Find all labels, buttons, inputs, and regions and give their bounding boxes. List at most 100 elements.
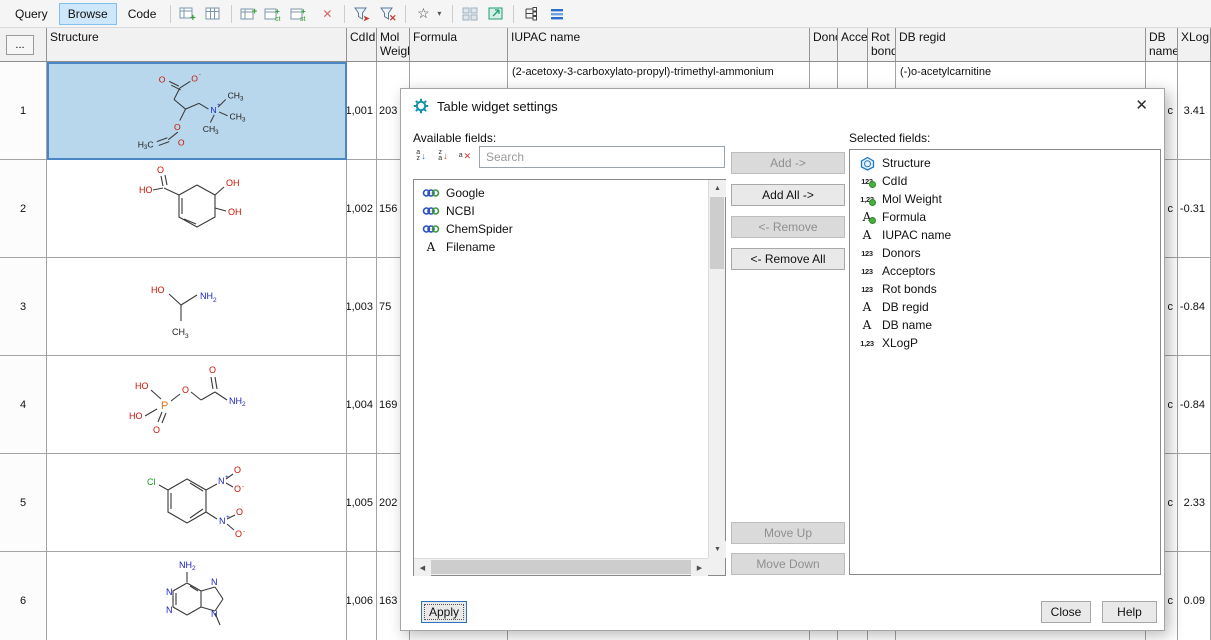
vertical-scrollbar[interactable]: ▲ ▼ [708, 180, 725, 558]
cdid-cell[interactable]: 1,004 [347, 356, 377, 454]
list-item[interactable]: NCBI [414, 202, 708, 220]
db-link-icon [421, 186, 441, 201]
xlogp-cell[interactable]: -0.84 [1178, 356, 1211, 454]
row-number[interactable]: 2 [0, 160, 47, 258]
list-item[interactable]: 1,23 XLogP [850, 334, 1160, 352]
structure-cell[interactable]: NH2 NN NN [47, 552, 347, 640]
list-item[interactable]: A Filename [414, 238, 708, 256]
favorites-star-icon[interactable]: ☆ [411, 3, 435, 25]
column-header-cdid[interactable]: CdId [347, 28, 377, 62]
xlogp-cell[interactable]: -0.84 [1178, 258, 1211, 356]
structure-cell-selected[interactable]: O-O N+ CH3 CH3 CH3 O OH3C [47, 62, 347, 160]
remove-all-button[interactable]: <- Remove All [731, 248, 845, 270]
row-number[interactable]: 6 [0, 552, 47, 640]
new-data-tree-icon[interactable]: + [176, 3, 200, 25]
integer-field-icon: 123 [857, 246, 877, 261]
add-ct-widget-icon[interactable]: +ct [263, 3, 287, 25]
search-input[interactable] [479, 146, 725, 168]
add-st-widget-icon[interactable]: +st [289, 3, 313, 25]
xlogp-cell[interactable]: 2.33 [1178, 454, 1211, 552]
query-filter-icon[interactable]: ➤ [350, 3, 374, 25]
list-item[interactable]: A Formula [850, 208, 1160, 226]
structure-cell[interactable]: HO P O HO O O NH2 [47, 356, 347, 454]
list-item[interactable]: 123 Rot bonds [850, 280, 1160, 298]
list-view-icon[interactable] [545, 3, 569, 25]
scroll-right-icon[interactable]: ▶ [691, 559, 708, 576]
column-header-rot-bonds[interactable]: Rotbonds [868, 28, 896, 62]
cdid-cell[interactable]: 1,001 [347, 62, 377, 160]
column-header-mol-weight[interactable]: MolWeight [377, 28, 410, 62]
favorites-caret-icon[interactable]: ▾ [437, 9, 447, 18]
xlogp-cell[interactable]: 0.09 [1178, 552, 1211, 640]
column-header-formula[interactable]: Formula [410, 28, 508, 62]
cdid-cell[interactable]: 1,002 [347, 160, 377, 258]
add-grid-view-icon[interactable]: + [237, 3, 261, 25]
column-header-db-name[interactable]: DBname [1146, 28, 1178, 62]
list-item[interactable]: 123 CdId [850, 172, 1160, 190]
row-number[interactable]: 4 [0, 356, 47, 454]
clear-sort-icon[interactable]: a✕ [455, 146, 475, 166]
svg-text:N: N [211, 577, 218, 587]
item-label: NCBI [446, 204, 475, 218]
row-number[interactable]: 1 [0, 62, 47, 160]
row-number[interactable]: 3 [0, 258, 47, 356]
column-header-xlogp[interactable]: XLogP [1178, 28, 1211, 62]
scroll-down-icon[interactable]: ▼ [709, 541, 726, 558]
scrollbar-thumb[interactable] [710, 197, 724, 269]
clear-filter-icon[interactable]: ✕ [376, 3, 400, 25]
cdid-cell[interactable]: 1,005 [347, 454, 377, 552]
scroll-up-icon[interactable]: ▲ [709, 180, 726, 197]
svg-text:H3C: H3C [138, 139, 154, 151]
svg-text:➤: ➤ [363, 14, 370, 22]
remove-button: <- Remove [731, 216, 845, 238]
list-item[interactable]: A IUPAC name [850, 226, 1160, 244]
tab-browse[interactable]: Browse [59, 3, 117, 25]
add-all-button[interactable]: Add All -> [731, 184, 845, 206]
list-item[interactable]: A DB regid [850, 298, 1160, 316]
tab-code[interactable]: Code [119, 3, 166, 25]
column-header-acceptors[interactable]: Acceptors [838, 28, 868, 62]
svg-text:NH2: NH2 [229, 396, 246, 408]
structure-cell[interactable]: OHO OH OH [47, 160, 347, 258]
sort-descending-icon[interactable]: za↓ [433, 146, 453, 166]
apply-button[interactable]: Apply [421, 601, 467, 623]
svg-text:O: O [178, 137, 185, 147]
close-button[interactable]: Close [1041, 601, 1091, 623]
list-item[interactable]: ChemSpider [414, 220, 708, 238]
column-header-donors[interactable]: Donors [810, 28, 838, 62]
list-item[interactable]: 1,23 Mol Weight [850, 190, 1160, 208]
toolbar-separator [452, 5, 453, 23]
xlogp-cell[interactable]: 3.41 [1178, 62, 1211, 160]
scrollbar-thumb[interactable] [431, 560, 691, 574]
item-label: Mol Weight [882, 192, 942, 206]
list-item[interactable]: 123 Acceptors [850, 262, 1160, 280]
available-items: Google NCBI ChemSpider A Filename [414, 184, 708, 256]
grid-options-button[interactable]: ... [6, 35, 34, 55]
column-header-structure[interactable]: Structure [47, 28, 347, 62]
help-button[interactable]: Help [1102, 601, 1157, 623]
svg-text:N: N [210, 105, 216, 115]
structure-cell[interactable]: Cl N+ O O- N+ O O- [47, 454, 347, 552]
item-label: Structure [882, 156, 931, 170]
cdid-cell[interactable]: 1,006 [347, 552, 377, 640]
sort-ascending-icon[interactable]: az↓ [411, 146, 431, 166]
list-item[interactable]: Google [414, 184, 708, 202]
list-item[interactable]: A DB name [850, 316, 1160, 334]
close-icon[interactable]: ✕ [1135, 96, 1148, 114]
scroll-left-icon[interactable]: ◀ [414, 559, 431, 576]
list-item[interactable]: Structure [850, 154, 1160, 172]
svg-text:N: N [166, 605, 173, 615]
sort-hierarchy-icon[interactable] [519, 3, 543, 25]
row-number[interactable]: 5 [0, 454, 47, 552]
tab-query[interactable]: Query [6, 3, 57, 25]
open-view-icon[interactable] [484, 3, 508, 25]
column-header-iupac[interactable]: IUPAC name [508, 28, 810, 62]
structure-cell[interactable]: HO NH2 CH3 [47, 258, 347, 356]
horizontal-scrollbar[interactable]: ◀ ▶ [414, 558, 708, 575]
xlogp-cell[interactable]: -0.31 [1178, 160, 1211, 258]
cdid-cell[interactable]: 1,003 [347, 258, 377, 356]
column-header-db-regid[interactable]: DB regid [896, 28, 1146, 62]
views-grid-icon[interactable] [458, 3, 482, 25]
list-item[interactable]: 123 Donors [850, 244, 1160, 262]
edit-data-tree-icon[interactable] [202, 3, 226, 25]
